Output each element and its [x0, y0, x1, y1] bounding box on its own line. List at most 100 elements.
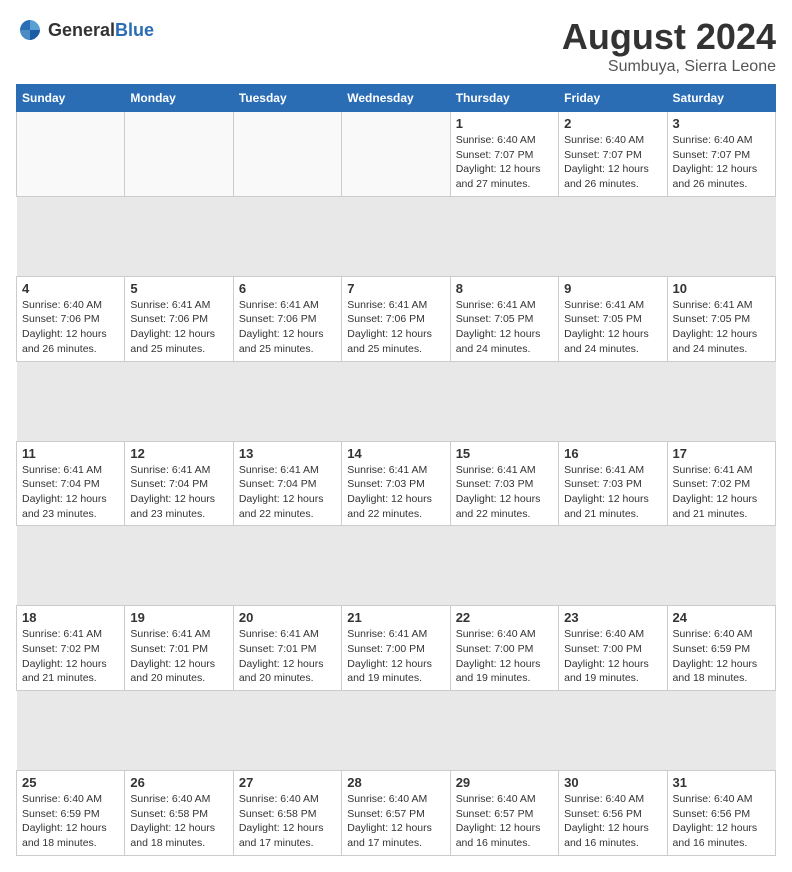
day-number: 26 [130, 775, 227, 790]
day-number: 19 [130, 610, 227, 625]
calendar-cell [125, 112, 233, 197]
day-number: 27 [239, 775, 336, 790]
calendar-cell: 1 Sunrise: 6:40 AM Sunset: 7:07 PM Daylig… [450, 112, 558, 197]
day-info: Sunrise: 6:41 AM Sunset: 7:01 PM Dayligh… [130, 627, 227, 686]
calendar-week-3: 11 Sunrise: 6:41 AM Sunset: 7:04 PM Dayli… [17, 441, 776, 526]
day-number: 13 [239, 446, 336, 461]
calendar-cell: 7 Sunrise: 6:41 AM Sunset: 7:06 PM Daylig… [342, 276, 450, 361]
calendar-cell: 22 Sunrise: 6:40 AM Sunset: 7:00 PM Dayli… [450, 606, 558, 691]
day-info: Sunrise: 6:41 AM Sunset: 7:06 PM Dayligh… [347, 298, 444, 357]
weekday-header-tuesday: Tuesday [233, 85, 341, 112]
day-number: 31 [673, 775, 770, 790]
day-info: Sunrise: 6:41 AM Sunset: 7:02 PM Dayligh… [673, 463, 770, 522]
calendar-week-5: 25Sunrise: 6:40 AM Sunset: 6:59 PM Dayli… [17, 771, 776, 856]
day-number: 18 [22, 610, 119, 625]
day-info: Sunrise: 6:41 AM Sunset: 7:04 PM Dayligh… [130, 463, 227, 522]
day-number: 22 [456, 610, 553, 625]
day-number: 11 [22, 446, 119, 461]
calendar-week-4: 18 Sunrise: 6:41 AM Sunset: 7:02 PM Dayli… [17, 606, 776, 691]
day-number: 25 [22, 775, 119, 790]
day-info: Sunrise: 6:41 AM Sunset: 7:06 PM Dayligh… [239, 298, 336, 357]
calendar-week-2: 4Sunrise: 6:40 AM Sunset: 7:06 PM Daylig… [17, 276, 776, 361]
header: GeneralBlue August 2024 Sumbuya, Sierra … [16, 16, 776, 76]
day-number: 15 [456, 446, 553, 461]
weekday-header-thursday: Thursday [450, 85, 558, 112]
calendar-cell: 28Sunrise: 6:40 AM Sunset: 6:57 PM Dayli… [342, 771, 450, 856]
day-info: Sunrise: 6:41 AM Sunset: 7:02 PM Dayligh… [22, 627, 119, 686]
day-number: 24 [673, 610, 770, 625]
day-number: 30 [564, 775, 661, 790]
week-divider [17, 526, 776, 606]
calendar-cell: 13 Sunrise: 6:41 AM Sunset: 7:04 PM Dayli… [233, 441, 341, 526]
day-info: Sunrise: 6:41 AM Sunset: 7:06 PM Dayligh… [130, 298, 227, 357]
logo-blue: Blue [115, 20, 154, 40]
day-number: 4 [22, 281, 119, 296]
day-info: Sunrise: 6:40 AM Sunset: 6:58 PM Dayligh… [130, 792, 227, 851]
day-number: 16 [564, 446, 661, 461]
logo-text: GeneralBlue [48, 20, 154, 41]
day-number: 6 [239, 281, 336, 296]
calendar-cell: 4Sunrise: 6:40 AM Sunset: 7:06 PM Daylig… [17, 276, 125, 361]
day-info: Sunrise: 6:41 AM Sunset: 7:05 PM Dayligh… [673, 298, 770, 357]
day-number: 7 [347, 281, 444, 296]
day-number: 14 [347, 446, 444, 461]
day-number: 1 [456, 116, 553, 131]
calendar-cell: 5 Sunrise: 6:41 AM Sunset: 7:06 PM Daylig… [125, 276, 233, 361]
week-divider [17, 691, 776, 771]
calendar-cell: 25Sunrise: 6:40 AM Sunset: 6:59 PM Dayli… [17, 771, 125, 856]
calendar-cell [233, 112, 341, 197]
day-info: Sunrise: 6:40 AM Sunset: 7:00 PM Dayligh… [456, 627, 553, 686]
calendar-cell: 20Sunrise: 6:41 AM Sunset: 7:01 PM Dayli… [233, 606, 341, 691]
week-divider [17, 361, 776, 441]
calendar-cell: 21Sunrise: 6:41 AM Sunset: 7:00 PM Dayli… [342, 606, 450, 691]
day-info: Sunrise: 6:41 AM Sunset: 7:04 PM Dayligh… [22, 463, 119, 522]
calendar-cell: 19 Sunrise: 6:41 AM Sunset: 7:01 PM Dayli… [125, 606, 233, 691]
calendar-week-1: 1 Sunrise: 6:40 AM Sunset: 7:07 PM Daylig… [17, 112, 776, 197]
calendar-cell [342, 112, 450, 197]
calendar-cell: 16 Sunrise: 6:41 AM Sunset: 7:03 PM Dayli… [559, 441, 667, 526]
day-info: Sunrise: 6:41 AM Sunset: 7:03 PM Dayligh… [456, 463, 553, 522]
weekday-header-wednesday: Wednesday [342, 85, 450, 112]
day-number: 5 [130, 281, 227, 296]
day-number: 29 [456, 775, 553, 790]
weekday-header-sunday: Sunday [17, 85, 125, 112]
day-info: Sunrise: 6:41 AM Sunset: 7:04 PM Dayligh… [239, 463, 336, 522]
weekday-header-monday: Monday [125, 85, 233, 112]
logo-icon [16, 16, 44, 44]
calendar-cell: 2 Sunrise: 6:40 AM Sunset: 7:07 PM Daylig… [559, 112, 667, 197]
day-info: Sunrise: 6:40 AM Sunset: 6:59 PM Dayligh… [673, 627, 770, 686]
calendar-cell: 30 Sunrise: 6:40 AM Sunset: 6:56 PM Dayli… [559, 771, 667, 856]
day-number: 8 [456, 281, 553, 296]
calendar-cell: 15 Sunrise: 6:41 AM Sunset: 7:03 PM Dayli… [450, 441, 558, 526]
day-number: 20 [239, 610, 336, 625]
calendar-cell: 27 Sunrise: 6:40 AM Sunset: 6:58 PM Dayli… [233, 771, 341, 856]
day-info: Sunrise: 6:40 AM Sunset: 7:07 PM Dayligh… [564, 133, 661, 192]
day-info: Sunrise: 6:41 AM Sunset: 7:03 PM Dayligh… [564, 463, 661, 522]
weekday-header-friday: Friday [559, 85, 667, 112]
calendar-subtitle: Sumbuya, Sierra Leone [562, 58, 776, 76]
calendar-table: SundayMondayTuesdayWednesdayThursdayFrid… [16, 84, 776, 856]
day-info: Sunrise: 6:40 AM Sunset: 6:58 PM Dayligh… [239, 792, 336, 851]
calendar-cell: 8Sunrise: 6:41 AM Sunset: 7:05 PM Daylig… [450, 276, 558, 361]
day-number: 17 [673, 446, 770, 461]
calendar-cell: 24 Sunrise: 6:40 AM Sunset: 6:59 PM Dayli… [667, 606, 775, 691]
week-divider [17, 196, 776, 276]
calendar-cell: 31 Sunrise: 6:40 AM Sunset: 6:56 PM Dayli… [667, 771, 775, 856]
day-info: Sunrise: 6:40 AM Sunset: 6:56 PM Dayligh… [673, 792, 770, 851]
day-info: Sunrise: 6:40 AM Sunset: 6:56 PM Dayligh… [564, 792, 661, 851]
day-info: Sunrise: 6:41 AM Sunset: 7:05 PM Dayligh… [564, 298, 661, 357]
day-info: Sunrise: 6:40 AM Sunset: 7:07 PM Dayligh… [456, 133, 553, 192]
calendar-cell: 3Sunrise: 6:40 AM Sunset: 7:07 PM Daylig… [667, 112, 775, 197]
day-number: 21 [347, 610, 444, 625]
day-number: 2 [564, 116, 661, 131]
calendar-title: August 2024 [562, 16, 776, 58]
day-number: 3 [673, 116, 770, 131]
day-info: Sunrise: 6:41 AM Sunset: 7:03 PM Dayligh… [347, 463, 444, 522]
calendar-cell: 9 Sunrise: 6:41 AM Sunset: 7:05 PM Daylig… [559, 276, 667, 361]
calendar-cell: 17 Sunrise: 6:41 AM Sunset: 7:02 PM Dayli… [667, 441, 775, 526]
calendar-cell: 14 Sunrise: 6:41 AM Sunset: 7:03 PM Dayli… [342, 441, 450, 526]
logo-general: General [48, 20, 115, 40]
title-area: August 2024 Sumbuya, Sierra Leone [562, 16, 776, 76]
day-number: 9 [564, 281, 661, 296]
day-number: 10 [673, 281, 770, 296]
